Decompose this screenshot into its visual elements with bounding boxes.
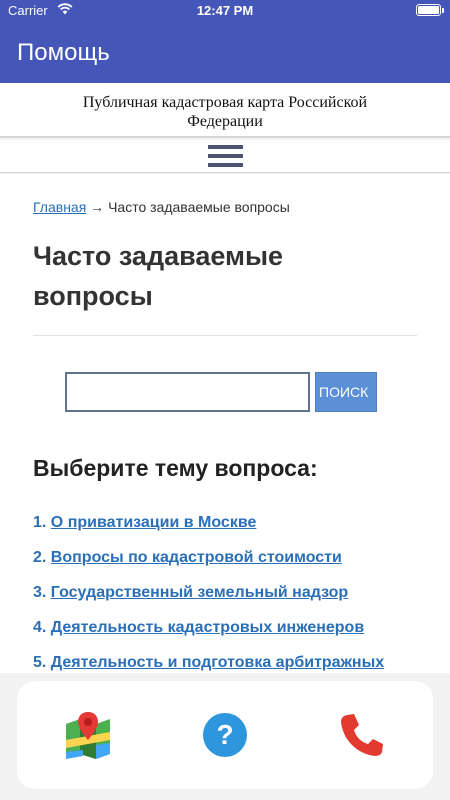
search-button[interactable]: ПОИСК <box>315 372 377 412</box>
phone-icon[interactable] <box>337 710 387 760</box>
help-icon[interactable]: ? <box>200 710 250 760</box>
topic-item: 3. Государственный земельный надзор <box>33 584 450 619</box>
hamburger-menu-icon[interactable] <box>208 144 243 169</box>
topic-number: 5. <box>33 654 51 671</box>
breadcrumb-current: Часто задаваемые вопросы <box>108 199 290 215</box>
breadcrumb-home-link[interactable]: Главная <box>33 199 86 215</box>
topic-item: 4. Деятельность кадастровых инженеров <box>33 619 450 654</box>
topic-link-cadastral-value[interactable]: Вопросы по кадастровой стоимости <box>51 549 342 566</box>
clock: 12:47 PM <box>196 3 254 18</box>
topic-item: 1. О приватизации в Москве <box>33 514 450 549</box>
app-bar: Помощь <box>0 20 450 83</box>
site-header: Публичная кадастровая карта Российской Ф… <box>0 83 450 138</box>
bottom-nav-card: ? <box>17 681 433 789</box>
topic-link-privatization[interactable]: О приватизации в Москве <box>51 514 257 531</box>
breadcrumb-separator: → <box>86 199 109 215</box>
menu-strip <box>0 140 450 173</box>
page-title: Часто задаваемые вопросы <box>33 241 284 311</box>
svg-text:?: ? <box>216 719 233 750</box>
status-bar: Carrier 12:47 PM <box>0 0 450 20</box>
topic-number: 1. <box>33 514 51 531</box>
battery-icon <box>416 4 444 16</box>
map-icon[interactable] <box>63 710 113 760</box>
site-title: Публичная кадастровая карта Российской Ф… <box>82 94 368 130</box>
topic-number: 4. <box>33 619 51 636</box>
topic-link-cadastral-engineers[interactable]: Деятельность кадастровых инженеров <box>51 619 364 636</box>
topic-number: 3. <box>33 584 51 601</box>
topics-heading: Выберите тему вопроса: <box>33 455 318 481</box>
app-bar-title: Помощь <box>17 39 110 66</box>
bottom-dock: ? <box>0 673 450 800</box>
topic-link-arbitration[interactable]: Деятельность и подготовка арбитражных <box>51 654 384 671</box>
breadcrumb: Главная → Часто задаваемые вопросы <box>33 199 290 215</box>
search-input[interactable] <box>65 372 310 412</box>
divider <box>33 335 417 336</box>
topic-item: 2. Вопросы по кадастровой стоимости <box>33 549 450 584</box>
topic-number: 2. <box>33 549 51 566</box>
topic-link-land-supervision[interactable]: Государственный земельный надзор <box>51 584 348 601</box>
topic-list: 1. О приватизации в Москве 2. Вопросы по… <box>33 514 450 689</box>
